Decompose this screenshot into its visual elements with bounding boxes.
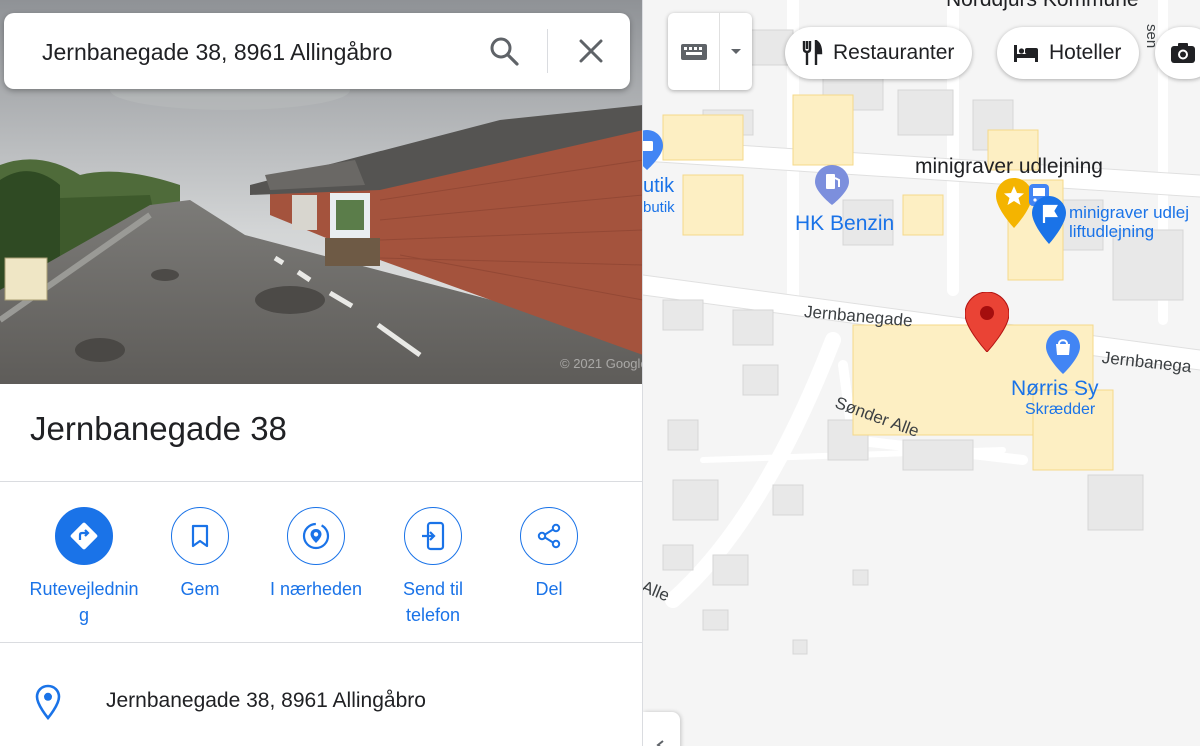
address-row[interactable]: Jernbanegade 38, 8961 Allingåbro bbox=[0, 664, 642, 740]
divider bbox=[0, 642, 642, 643]
hk-benzin-label[interactable]: HK Benzin bbox=[795, 212, 894, 236]
photo-watermark: © 2021 Google bbox=[560, 356, 643, 371]
keyboard-shortcuts-control[interactable] bbox=[668, 13, 752, 90]
address-text: Jernbanegade 38, 8961 Allingåbro bbox=[106, 689, 426, 712]
search-divider bbox=[547, 29, 548, 73]
chip-restaurants[interactable]: Restauranter bbox=[785, 27, 973, 79]
nearby-button[interactable]: I nærheden bbox=[257, 507, 375, 602]
search-box[interactable]: Jernbanegade 38, 8961 Allingåbro bbox=[4, 13, 630, 89]
nearby-icon bbox=[287, 507, 345, 565]
map-background bbox=[643, 0, 1200, 746]
save-button[interactable]: Gem bbox=[141, 507, 259, 602]
chevron-down-icon[interactable] bbox=[720, 13, 752, 90]
collapse-panel-button[interactable] bbox=[643, 712, 680, 746]
flag-pin-icon[interactable] bbox=[1032, 196, 1066, 244]
place-title: Jernbanegade 38 bbox=[30, 410, 287, 447]
starred-place-pin-icon[interactable] bbox=[996, 178, 1032, 228]
gas-station-pin-icon[interactable] bbox=[815, 165, 849, 205]
search-input[interactable]: Jernbanegade 38, 8961 Allingåbro bbox=[42, 39, 392, 66]
bookmark-icon bbox=[171, 507, 229, 565]
norris-sy-label[interactable]: Nørris Sy bbox=[1011, 377, 1099, 401]
butik-sub-label: butik bbox=[643, 199, 675, 216]
skraedder-label: Skrædder bbox=[1025, 401, 1096, 418]
share-label: Del bbox=[535, 579, 563, 599]
place-panel: © 2021 Google Jernbanegade 38, 8961 Alli… bbox=[0, 0, 643, 746]
keyboard-icon[interactable] bbox=[668, 13, 720, 90]
map-canvas[interactable]: Norddjurs Kommune sen utik butik HK Benz… bbox=[643, 0, 1200, 746]
bed-icon bbox=[1013, 43, 1039, 63]
minigraver-label[interactable]: minigraver udlejning bbox=[915, 155, 1103, 179]
minigraver-poi-label[interactable]: minigraver udlej bbox=[1069, 203, 1189, 223]
municipality-label: Norddjurs Kommune bbox=[946, 0, 1139, 12]
shop-pin-icon[interactable] bbox=[643, 130, 663, 170]
location-pin-icon bbox=[35, 684, 61, 720]
butik-label[interactable]: utik bbox=[643, 175, 674, 198]
chevron-left-icon bbox=[656, 740, 664, 746]
send-to-phone-label: Send til telefon bbox=[402, 579, 464, 625]
chip-label-hotels: Hoteller bbox=[1049, 41, 1122, 64]
directions-icon bbox=[55, 507, 113, 565]
chip-hotels[interactable]: Hoteller bbox=[997, 27, 1140, 79]
share-button[interactable]: Del bbox=[490, 507, 608, 602]
fork-knife-icon bbox=[801, 40, 823, 66]
directions-label: Rutevejledning bbox=[29, 579, 139, 625]
close-icon bbox=[579, 39, 603, 63]
shop-pin-icon-2[interactable] bbox=[1046, 330, 1080, 374]
camera-icon bbox=[1170, 42, 1196, 64]
nearby-label: I nærheden bbox=[269, 579, 363, 599]
share-icon bbox=[520, 507, 578, 565]
search-icon bbox=[490, 37, 519, 66]
liftudlejning-label: liftudlejning bbox=[1069, 222, 1155, 241]
directions-button[interactable]: Rutevejledning bbox=[25, 507, 143, 628]
chip-photos[interactable] bbox=[1155, 27, 1200, 79]
divider bbox=[0, 481, 642, 482]
chip-label-restaurants: Restauranter bbox=[833, 41, 955, 64]
save-label: Gem bbox=[180, 579, 220, 599]
search-button[interactable] bbox=[480, 31, 528, 71]
send-to-phone-button[interactable]: Send til telefon bbox=[374, 507, 492, 628]
selected-location-pin-icon[interactable] bbox=[965, 292, 1009, 352]
send-to-phone-icon bbox=[404, 507, 462, 565]
close-button[interactable] bbox=[567, 31, 615, 71]
